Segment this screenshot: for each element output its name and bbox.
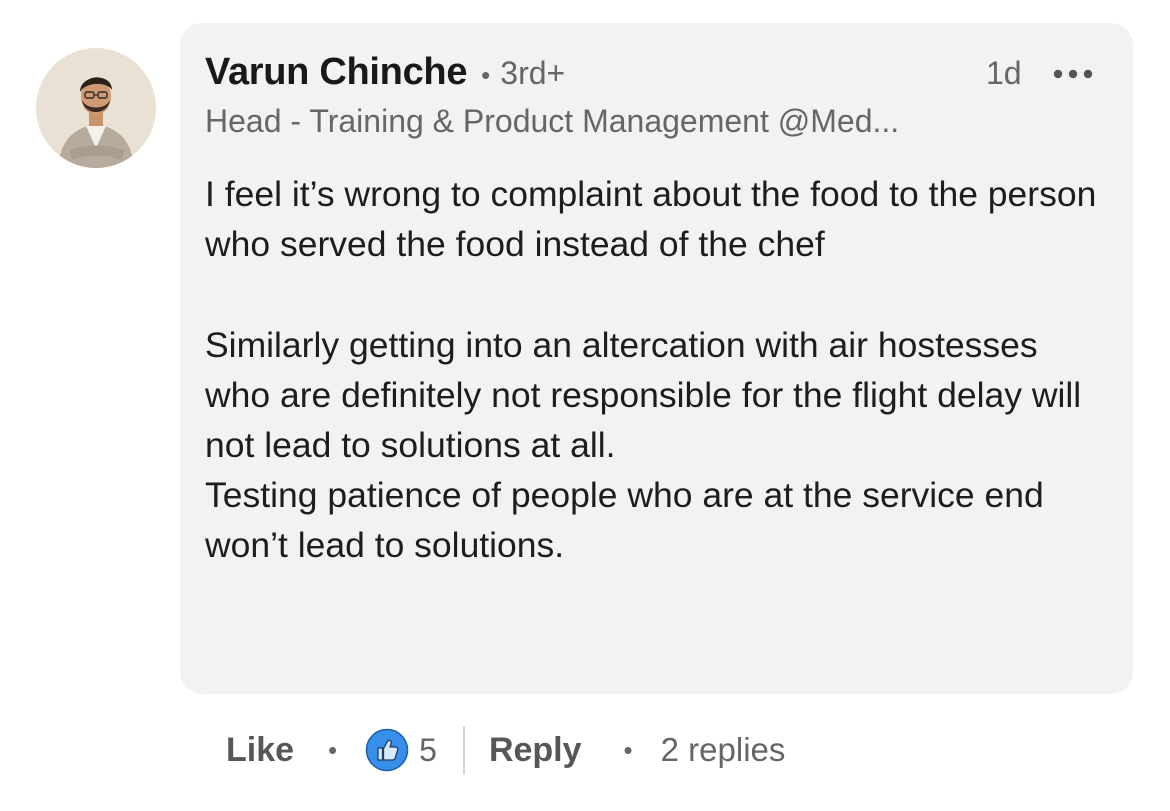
reply-button[interactable]: Reply: [489, 731, 582, 770]
comment-timestamp: 1d: [986, 55, 1022, 91]
separator-dot: •: [481, 60, 491, 90]
author-line: Varun Chinche • 3rd+: [205, 51, 565, 94]
comment-bubble: Varun Chinche • 3rd+ Head - Training & P…: [180, 23, 1133, 694]
reaction-count[interactable]: 5: [419, 732, 437, 769]
replies-link[interactable]: 2 replies: [661, 731, 786, 769]
separator-dot: •: [328, 734, 338, 765]
connection-degree: 3rd+: [500, 55, 566, 91]
avatar-photo: [36, 48, 156, 168]
vertical-divider: [462, 726, 465, 774]
author-avatar[interactable]: [36, 48, 156, 168]
thumbs-up-icon[interactable]: [365, 728, 409, 772]
more-horizontal-icon: [1053, 69, 1093, 79]
separator-dot: •: [623, 734, 633, 765]
author-name[interactable]: Varun Chinche: [205, 51, 467, 94]
comment-body: I feel it’s wrong to complaint about the…: [205, 174, 1097, 566]
comment-actions: Like • 5 Reply • 2 replies: [226, 720, 785, 780]
like-button[interactable]: Like: [226, 731, 294, 770]
author-headline: Head - Training & Product Management @Me…: [205, 103, 900, 139]
more-options-button[interactable]: [1050, 61, 1096, 87]
